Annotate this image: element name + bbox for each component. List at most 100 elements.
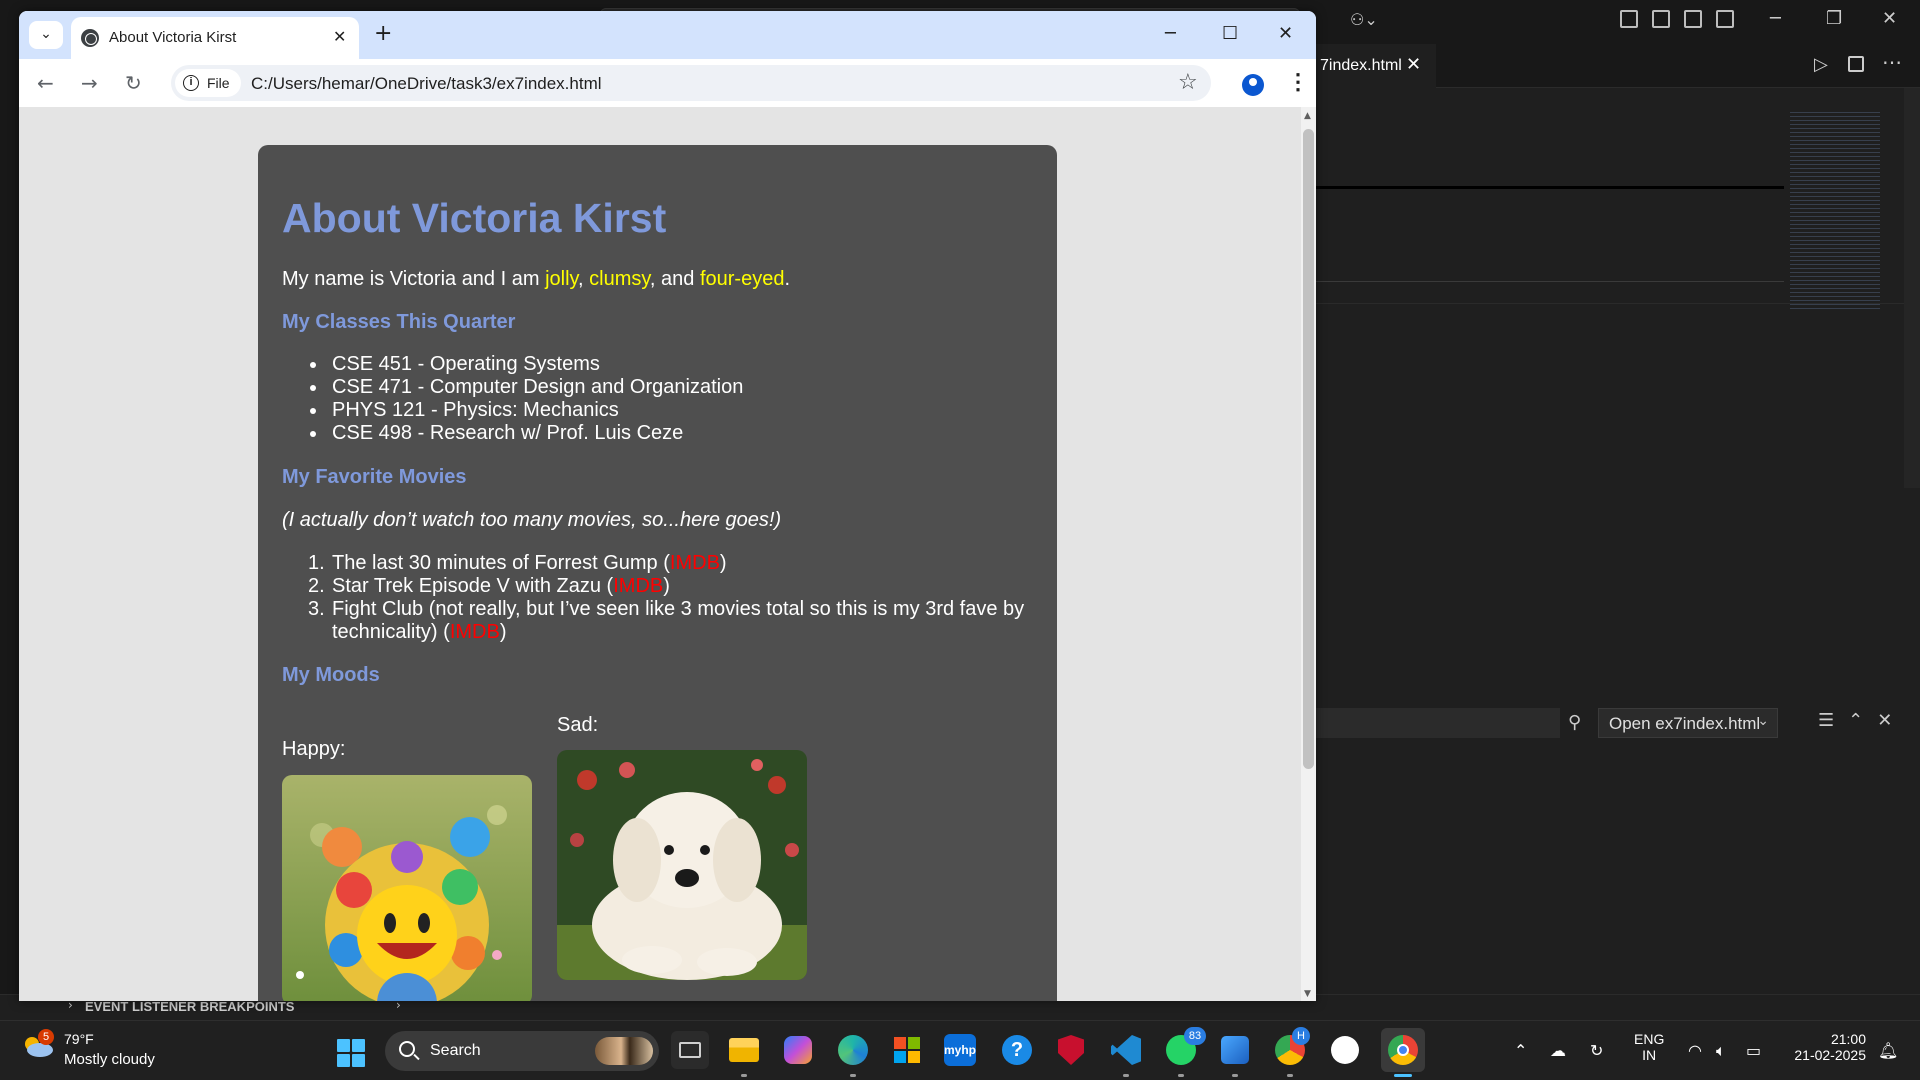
more-actions-icon[interactable]: ⋯ — [1882, 50, 1902, 75]
imdb-link[interactable]: IMDB — [450, 621, 500, 643]
file-explorer-icon[interactable] — [725, 1031, 763, 1069]
copilot-icon[interactable]: ⚇⌄ — [1350, 10, 1378, 29]
customize-layout-icon[interactable] — [1620, 10, 1638, 28]
mcafee-icon[interactable] — [1052, 1031, 1090, 1069]
list-icon[interactable]: ☰ — [1818, 710, 1834, 731]
bookmark-star-icon[interactable]: ☆ — [1178, 70, 1198, 95]
list-item: PHYS 121 - Physics: Mechanics — [308, 399, 743, 422]
page-scrollbar[interactable]: ▲ ▼ — [1301, 107, 1316, 1001]
sync-icon[interactable]: ↻ — [1590, 1041, 1603, 1060]
sad-image — [557, 750, 807, 980]
run-icon[interactable]: ▷ — [1814, 54, 1828, 75]
sad-label: Sad: — [557, 714, 599, 736]
happy-image — [282, 775, 532, 1001]
split-editor-icon[interactable] — [1848, 56, 1864, 72]
minimap[interactable] — [1790, 112, 1880, 312]
github-icon[interactable] — [1326, 1031, 1364, 1069]
layout-controls — [1620, 10, 1734, 28]
editor-tab-label: 7index.html — [1320, 57, 1402, 74]
battery-icon[interactable]: ▭ — [1746, 1041, 1761, 1060]
list-number: 2. — [308, 575, 325, 597]
copilot-app-icon[interactable] — [779, 1031, 817, 1069]
myhp-icon[interactable]: myhp — [944, 1034, 976, 1066]
maximize-icon[interactable]: ☐ — [1222, 23, 1238, 44]
browser-tab[interactable]: About Victoria Kirst ✕ — [71, 17, 359, 59]
new-tab-button[interactable]: + — [374, 21, 392, 46]
taskbar-search[interactable]: Search — [385, 1031, 659, 1071]
browser-menu-icon[interactable]: ⋮ — [1287, 69, 1309, 95]
movie-text: The last 30 minutes of Forrest Gump ( — [332, 552, 670, 574]
intro-paragraph: My name is Victoria and I am jolly, clum… — [282, 268, 790, 291]
url-text[interactable]: C:/Users/hemar/OneDrive/task3/ex7index.h… — [251, 74, 602, 94]
forward-icon[interactable]: → — [81, 71, 98, 95]
list-number: 3. — [308, 598, 325, 620]
onedrive-cloud-icon[interactable]: ☁ — [1550, 1041, 1566, 1060]
language-indicator[interactable]: ENG IN — [1634, 1031, 1664, 1063]
list-item: CSE 498 - Research w/ Prof. Luis Ceze — [308, 422, 743, 445]
trait-jolly: jolly — [545, 268, 579, 290]
vscode-app-icon[interactable] — [1107, 1031, 1145, 1069]
imdb-link[interactable]: IMDB — [613, 575, 663, 597]
microsoft-store-icon[interactable] — [888, 1031, 926, 1069]
task-view-icon[interactable] — [671, 1031, 709, 1069]
vscode-restore-icon[interactable]: ❐ — [1826, 8, 1842, 29]
running-indicator — [1287, 1074, 1293, 1077]
movies-heading: My Favorite Movies — [282, 466, 467, 488]
editor-tab-close-icon[interactable]: ✕ — [1406, 54, 1421, 75]
reload-icon[interactable]: ↻ — [125, 71, 142, 95]
get-help-icon[interactable]: ? — [998, 1031, 1036, 1069]
wifi-icon[interactable]: ◠ — [1688, 1041, 1702, 1060]
editor-tabbar: 7index.html ✕ — [1316, 44, 1920, 88]
vscode-close-icon[interactable]: ✕ — [1882, 8, 1897, 29]
list-item: 1. The last 30 minutes of Forrest Gump (I… — [308, 552, 1038, 575]
puppy-illustration — [557, 750, 807, 980]
list-item: 3. Fight Club (not really, but I’ve seen … — [308, 598, 1038, 644]
chevron-down-icon: ⌄ — [1757, 713, 1769, 729]
toggle-panel-icon[interactable] — [1684, 10, 1702, 28]
running-indicator — [1123, 1074, 1129, 1077]
tab-close-icon[interactable]: ✕ — [333, 27, 346, 46]
running-indicator — [741, 1074, 747, 1077]
tab-search-button[interactable]: ⌄ — [29, 21, 63, 49]
find-select[interactable]: Open ex7index.html ⌄ — [1598, 708, 1778, 738]
editor-scrollbar[interactable] — [1904, 88, 1920, 488]
back-icon[interactable]: ← — [37, 71, 54, 95]
minimize-icon[interactable]: ─ — [1165, 23, 1176, 44]
clock-time: 21:00 — [1830, 1031, 1866, 1047]
chrome-profile-badge: H — [1292, 1027, 1310, 1045]
clock[interactable]: 21:00 21-02-2025 — [1786, 1031, 1866, 1063]
edge-icon[interactable] — [834, 1031, 872, 1069]
toggle-primary-sidebar-icon[interactable] — [1652, 10, 1670, 28]
profile-avatar-icon[interactable] — [1242, 74, 1264, 96]
scroll-up-arrow-icon[interactable]: ▲ — [1304, 111, 1311, 121]
editor-tab[interactable]: 7index.html ✕ — [1316, 44, 1436, 88]
find-input[interactable] — [1316, 708, 1560, 738]
chrome-icon[interactable] — [1381, 1028, 1425, 1072]
volume-icon[interactable]: 🔈︎ — [1716, 1041, 1726, 1061]
notification-bell-icon[interactable]: 🔔︎ — [1878, 1041, 1898, 1060]
chevron-up-icon[interactable]: ⌃ — [1848, 710, 1863, 731]
vscode-minimize-icon[interactable]: ─ — [1770, 8, 1781, 29]
movie-text: Star Trek Episode V with Zazu ( — [332, 575, 614, 597]
movie-text-end: ) — [499, 621, 507, 643]
classes-list: CSE 451 - Operating Systems CSE 471 - Co… — [308, 353, 743, 445]
window-close-icon[interactable]: ✕ — [1278, 23, 1293, 44]
myhp-label: myhp — [944, 1043, 977, 1057]
globe-icon — [81, 29, 99, 47]
scroll-down-arrow-icon[interactable]: ▼ — [1304, 989, 1311, 999]
breakpoints-section-title[interactable]: EVENT LISTENER BREAKPOINTS — [85, 999, 294, 1014]
imdb-link[interactable]: IMDB — [670, 552, 720, 574]
chevron-up-icon[interactable]: ⌃ — [1514, 1041, 1527, 1060]
windows-start-icon[interactable] — [337, 1039, 365, 1067]
scroll-thumb[interactable] — [1303, 129, 1314, 769]
search-icon[interactable]: ⚲ — [1568, 712, 1581, 733]
photos-icon[interactable] — [1216, 1031, 1254, 1069]
close-icon[interactable]: ✕ — [1877, 710, 1892, 731]
toggle-secondary-sidebar-icon[interactable] — [1716, 10, 1734, 28]
weather-description: Mostly cloudy — [64, 1051, 155, 1068]
intro-prefix: My name is Victoria and I am — [282, 268, 546, 290]
site-info-chip[interactable]: i File — [175, 69, 241, 97]
trait-clumsy: clumsy — [589, 268, 650, 290]
address-bar[interactable]: i File C:/Users/hemar/OneDrive/task3/ex7… — [171, 65, 1211, 101]
list-item: 2. Star Trek Episode V with Zazu (IMDB) — [308, 575, 1038, 598]
